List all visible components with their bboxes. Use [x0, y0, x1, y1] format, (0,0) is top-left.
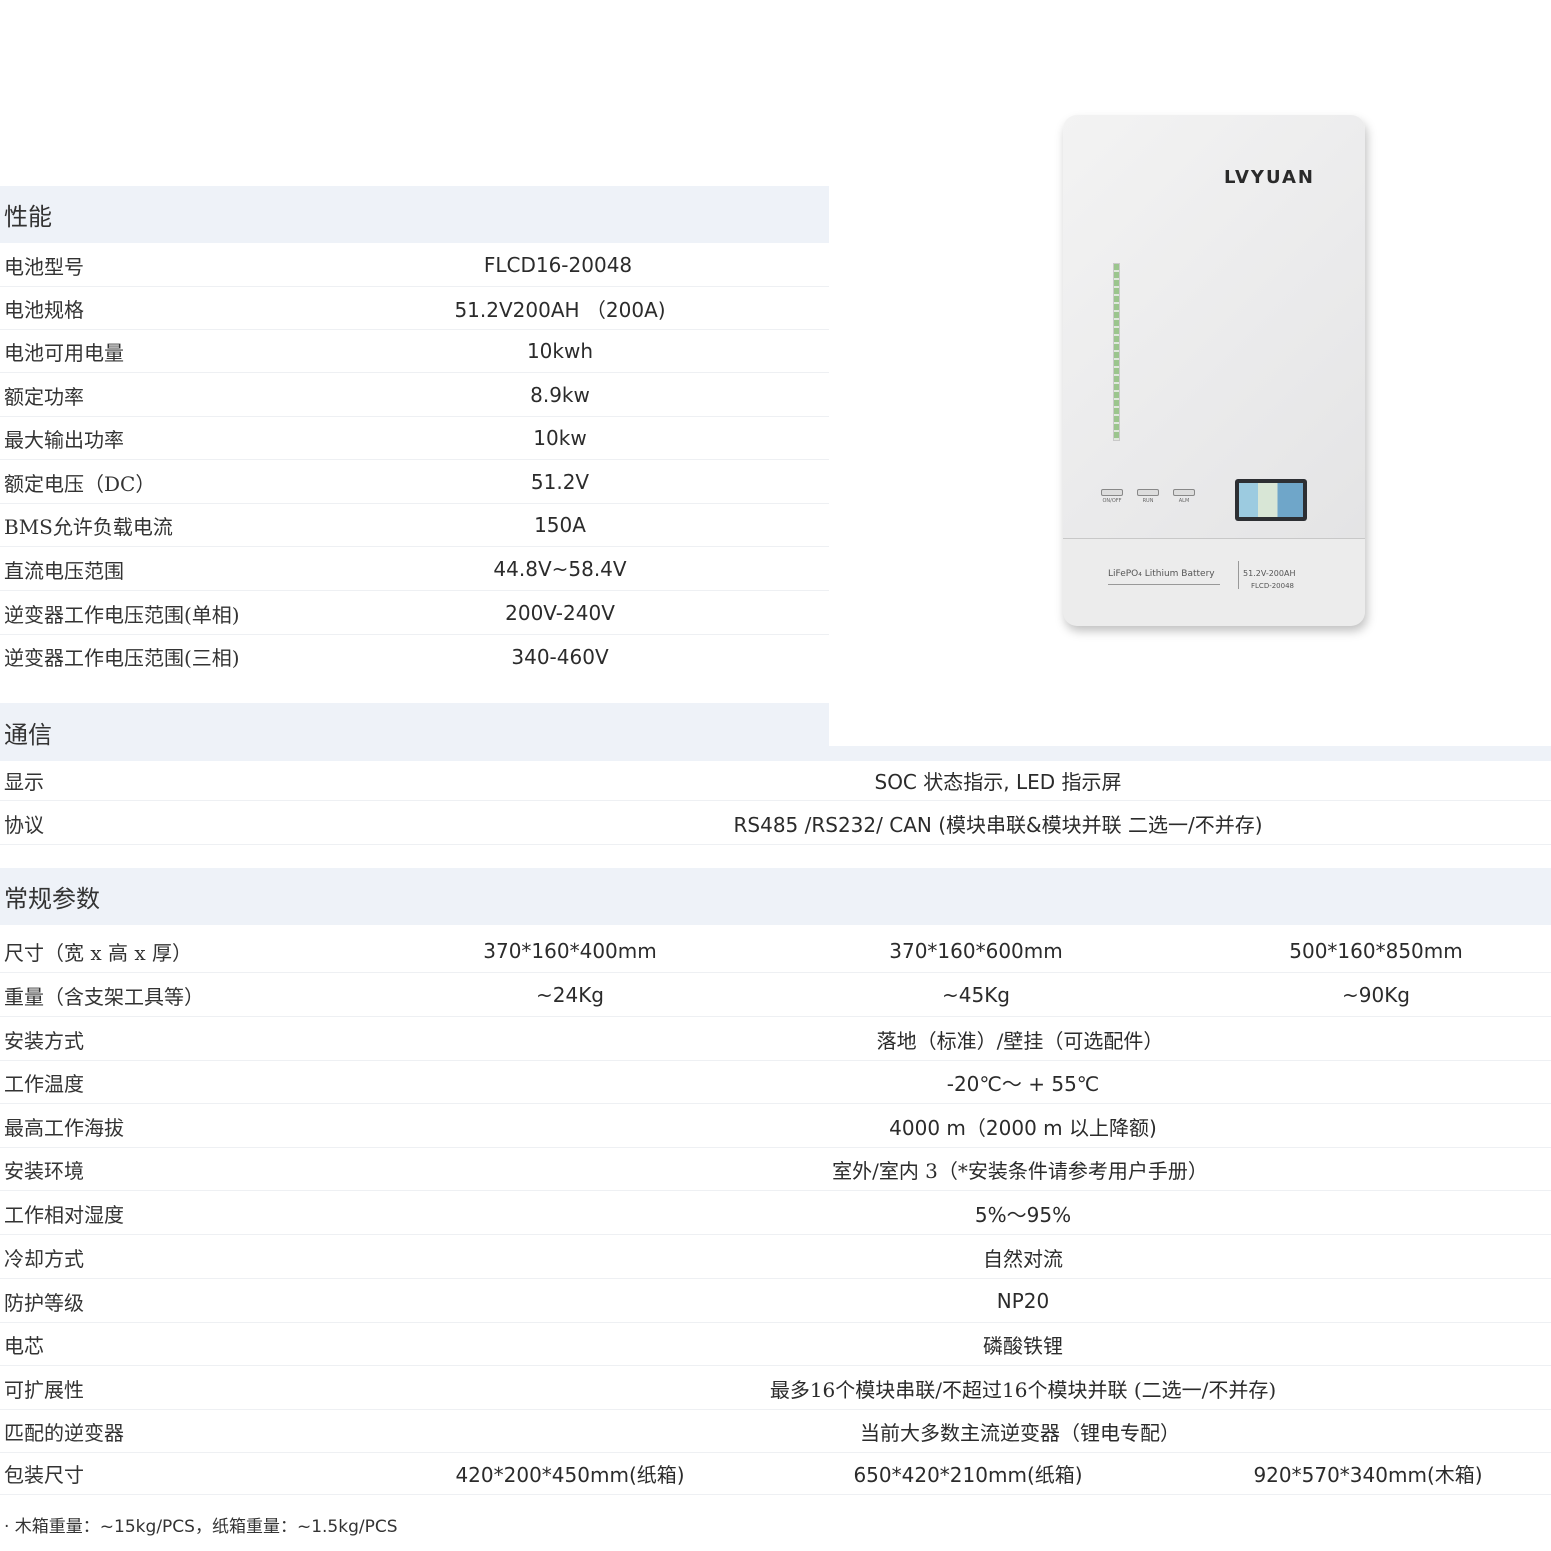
row-label: 包装尺寸: [4, 1462, 84, 1487]
row-value-3: 500*160*850mm: [1289, 939, 1463, 963]
row-label: 电芯: [4, 1333, 44, 1358]
row-label: 工作相对湿度: [4, 1202, 124, 1227]
battery-label-plate: LiFePO₄ Lithium Battery 51.2V-200AH FLCD…: [1063, 538, 1365, 626]
row-label: 安装方式: [4, 1028, 84, 1053]
table-row: 匹配的逆变器 当前大多数主流逆变器（锂电专配）: [0, 1410, 1551, 1453]
row-label: 电池型号: [4, 254, 84, 279]
row-value-1: 370*160*400mm: [483, 939, 657, 963]
row-value: 10kw: [533, 426, 587, 450]
table-row: 安装环境 室外/室内 3（*安装条件请参考用户手册）: [0, 1148, 1551, 1191]
row-label: 电池规格: [4, 297, 84, 322]
communication-header-strip: [829, 746, 1551, 761]
table-row: 工作温度 -20℃～ + 55℃: [0, 1061, 1551, 1104]
section-header-performance: 性能: [0, 186, 829, 243]
table-row: 显示 SOC 状态指示, LED 指示屏: [0, 761, 1551, 801]
table-row: 可扩展性 最多16个模块串联/不超过16个模块并联 (二选一/不并存): [0, 1367, 1551, 1410]
row-label: 安装环境: [4, 1158, 84, 1183]
row-value: NP20: [996, 1289, 1050, 1313]
row-value: 最多16个模块串联/不超过16个模块并联 (二选一/不并存): [769, 1377, 1277, 1402]
row-value: 磷酸铁锂: [983, 1333, 1063, 1358]
table-row: BMS允许负载电流 150A: [0, 504, 829, 547]
row-label: 重量（含支架工具等）: [4, 984, 204, 1009]
table-row: 电池型号 FLCD16-20048: [0, 244, 829, 287]
row-value-3: ~90Kg: [1341, 983, 1411, 1007]
row-value: 200V-240V: [505, 601, 615, 625]
table-row: 冷却方式 自然对流: [0, 1236, 1551, 1279]
table-row: 最大输出功率 10kw: [0, 417, 829, 460]
row-value: 当前大多数主流逆变器（锂电专配）: [860, 1420, 1180, 1445]
row-value: 5%～95%: [974, 1202, 1072, 1227]
table-row: 电芯 磷酸铁锂: [0, 1323, 1551, 1366]
row-value: -20℃～ + 55℃: [946, 1071, 1100, 1096]
table-row: 电池规格 51.2V200AH （200A): [0, 287, 829, 330]
row-value-3: 920*570*340mm(木箱): [1253, 1462, 1483, 1487]
row-value-2: ~45Kg: [941, 983, 1011, 1007]
row-value: 落地（标准）/壁挂（可选配件）: [876, 1028, 1164, 1053]
row-value-2: 370*160*600mm: [889, 939, 1063, 963]
control-buttons: ON/OFF RUN ALM: [1101, 489, 1195, 504]
row-label: 直流电压范围: [4, 558, 124, 583]
spec-label: 51.2V-200AH: [1243, 569, 1296, 578]
chemistry-label: LiFePO₄ Lithium Battery: [1108, 569, 1215, 579]
row-label: 匹配的逆变器: [4, 1420, 124, 1445]
brand-logo: LVYUAN: [1223, 167, 1315, 188]
row-value: 44.8V~58.4V: [493, 557, 627, 581]
row-value: 8.9kw: [530, 383, 590, 407]
row-label: 电池可用电量: [4, 340, 124, 365]
table-row: 工作相对湿度 5%～95%: [0, 1192, 1551, 1235]
row-value-2: 650*420*210mm(纸箱): [853, 1462, 1083, 1487]
table-row: 逆变器工作电压范围(三相) 340-460V: [0, 635, 829, 678]
model-label: FLCD-20048: [1251, 582, 1294, 590]
row-value: 51.2V: [530, 470, 590, 494]
table-row: 尺寸（宽 x 高 x 厚） 370*160*400mm 370*160*600m…: [0, 930, 1551, 973]
table-row: 额定功率 8.9kw: [0, 374, 829, 417]
row-label: 协议: [4, 812, 44, 837]
row-value: 自然对流: [983, 1246, 1063, 1271]
row-label: 显示: [4, 770, 44, 794]
table-row: 最高工作海拔 4000 m（2000 m 以上降额): [0, 1105, 1551, 1148]
table-row: 直流电压范围 44.8V~58.4V: [0, 548, 829, 591]
row-label: 可扩展性: [4, 1377, 84, 1402]
row-value: RS485 /RS232/ CAN (模块串联&模块并联 二选一/不并存): [733, 812, 1263, 837]
row-value: 10kwh: [526, 339, 594, 363]
lcd-screen: [1235, 479, 1307, 521]
row-label: 最高工作海拔: [4, 1115, 124, 1140]
row-label: 额定功率: [4, 384, 84, 409]
row-label: 额定电压（DC）: [4, 471, 156, 496]
row-label: 尺寸（宽 x 高 x 厚）: [4, 940, 192, 965]
row-label: 冷却方式: [4, 1246, 84, 1271]
row-value: 室外/室内 3（*安装条件请参考用户手册）: [832, 1158, 1208, 1183]
row-label: 逆变器工作电压范围(单相): [4, 602, 240, 627]
row-label: 防护等级: [4, 1290, 84, 1315]
row-value: 4000 m（2000 m 以上降额): [889, 1115, 1157, 1140]
table-row: 重量（含支架工具等） ~24Kg ~45Kg ~90Kg: [0, 974, 1551, 1017]
row-label: 逆变器工作电压范围(三相): [4, 646, 240, 670]
power-button: ON/OFF: [1101, 489, 1123, 504]
table-row: 逆变器工作电压范围(单相) 200V-240V: [0, 592, 829, 635]
table-row: 协议 RS485 /RS232/ CAN (模块串联&模块并联 二选一/不并存): [0, 802, 1551, 845]
row-value: SOC 状态指示, LED 指示屏: [874, 770, 1122, 794]
row-value: 150A: [534, 513, 586, 537]
row-value: FLCD16-20048: [483, 253, 633, 277]
footnote: · 木箱重量：~15kg/PCS，纸箱重量：~1.5kg/PCS: [4, 1517, 398, 1537]
section-header-general: 常规参数: [0, 868, 1551, 925]
row-label: BMS允许负载电流: [4, 514, 173, 539]
alarm-indicator: ALM: [1173, 489, 1195, 504]
row-value: 340-460V: [511, 644, 609, 669]
row-value: 51.2V200AH （200A): [454, 297, 666, 322]
section-header-communication: 通信: [0, 703, 829, 761]
row-value-1: 420*200*450mm(纸箱): [455, 1462, 685, 1487]
battery-product-image: LVYUAN ON/OFF RUN ALM LiFePO₄ Lithium Ba…: [1063, 115, 1365, 626]
row-label: 最大输出功率: [4, 427, 124, 452]
run-indicator: RUN: [1137, 489, 1159, 504]
soc-indicator-bar: [1113, 263, 1120, 441]
table-row: 安装方式 落地（标准）/壁挂（可选配件）: [0, 1018, 1551, 1061]
table-row: 包装尺寸 420*200*450mm(纸箱) 650*420*210mm(纸箱)…: [0, 1452, 1551, 1495]
row-value-1: ~24Kg: [535, 983, 605, 1007]
table-row: 额定电压（DC） 51.2V: [0, 461, 829, 504]
table-row: 防护等级 NP20: [0, 1280, 1551, 1323]
row-label: 工作温度: [4, 1071, 84, 1096]
table-row: 电池可用电量 10kwh: [0, 330, 829, 373]
